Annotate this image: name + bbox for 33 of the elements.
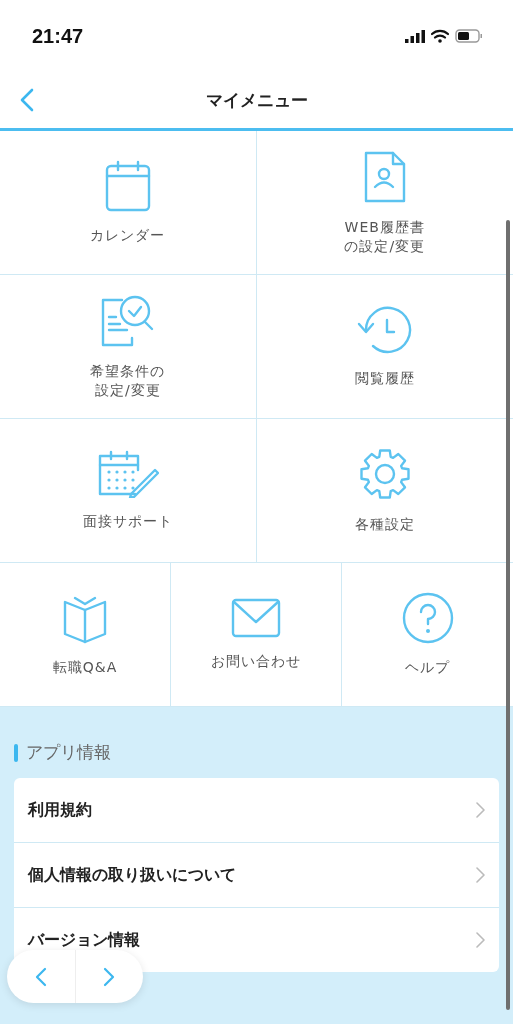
page-title: マイメニュー [205, 88, 308, 112]
heading-marker [14, 743, 18, 762]
info-list-item[interactable]: 個人情報の取り扱いについて [14, 843, 499, 908]
document-search-icon [99, 293, 156, 348]
menu-tile[interactable]: 希望条件の 設定/変更 [0, 275, 257, 418]
wifi-icon [431, 29, 449, 43]
battery-icon [455, 29, 483, 43]
menu-tile[interactable]: WEB履歴書 の設定/変更 [256, 131, 513, 274]
history-icon [355, 305, 414, 356]
menu-tile[interactable]: 転職Q&A [0, 563, 171, 706]
chevron-right-icon [103, 966, 116, 987]
settings-icon [357, 447, 412, 502]
menu-tile[interactable]: 面接サポート [0, 419, 257, 562]
menu-tile[interactable]: 各種設定 [256, 419, 513, 562]
calendar-pencil-icon [96, 450, 159, 499]
mail-icon [231, 598, 281, 639]
menu-tile[interactable]: 閲覧履歴 [256, 275, 513, 418]
chevron-icon [476, 802, 485, 818]
status-time: 21:47 [32, 24, 84, 48]
menu-tile[interactable]: カレンダー [0, 131, 257, 274]
calendar-icon [103, 160, 152, 213]
menu-tile[interactable]: ヘルプ [342, 563, 513, 706]
chevron-icon [476, 867, 485, 883]
menu-tile[interactable]: お問い合わせ [171, 563, 342, 706]
document-person-icon [362, 149, 407, 204]
chevron-left-icon [34, 966, 47, 987]
back-button[interactable] [20, 88, 34, 112]
chevron-icon [476, 932, 485, 948]
help-icon [401, 592, 454, 645]
info-list-item[interactable]: バージョン情報 [14, 908, 499, 972]
info-list-item[interactable]: 利用規約 [14, 778, 499, 843]
signal-icon [405, 29, 425, 43]
section-heading: アプリ情報 [26, 741, 111, 764]
